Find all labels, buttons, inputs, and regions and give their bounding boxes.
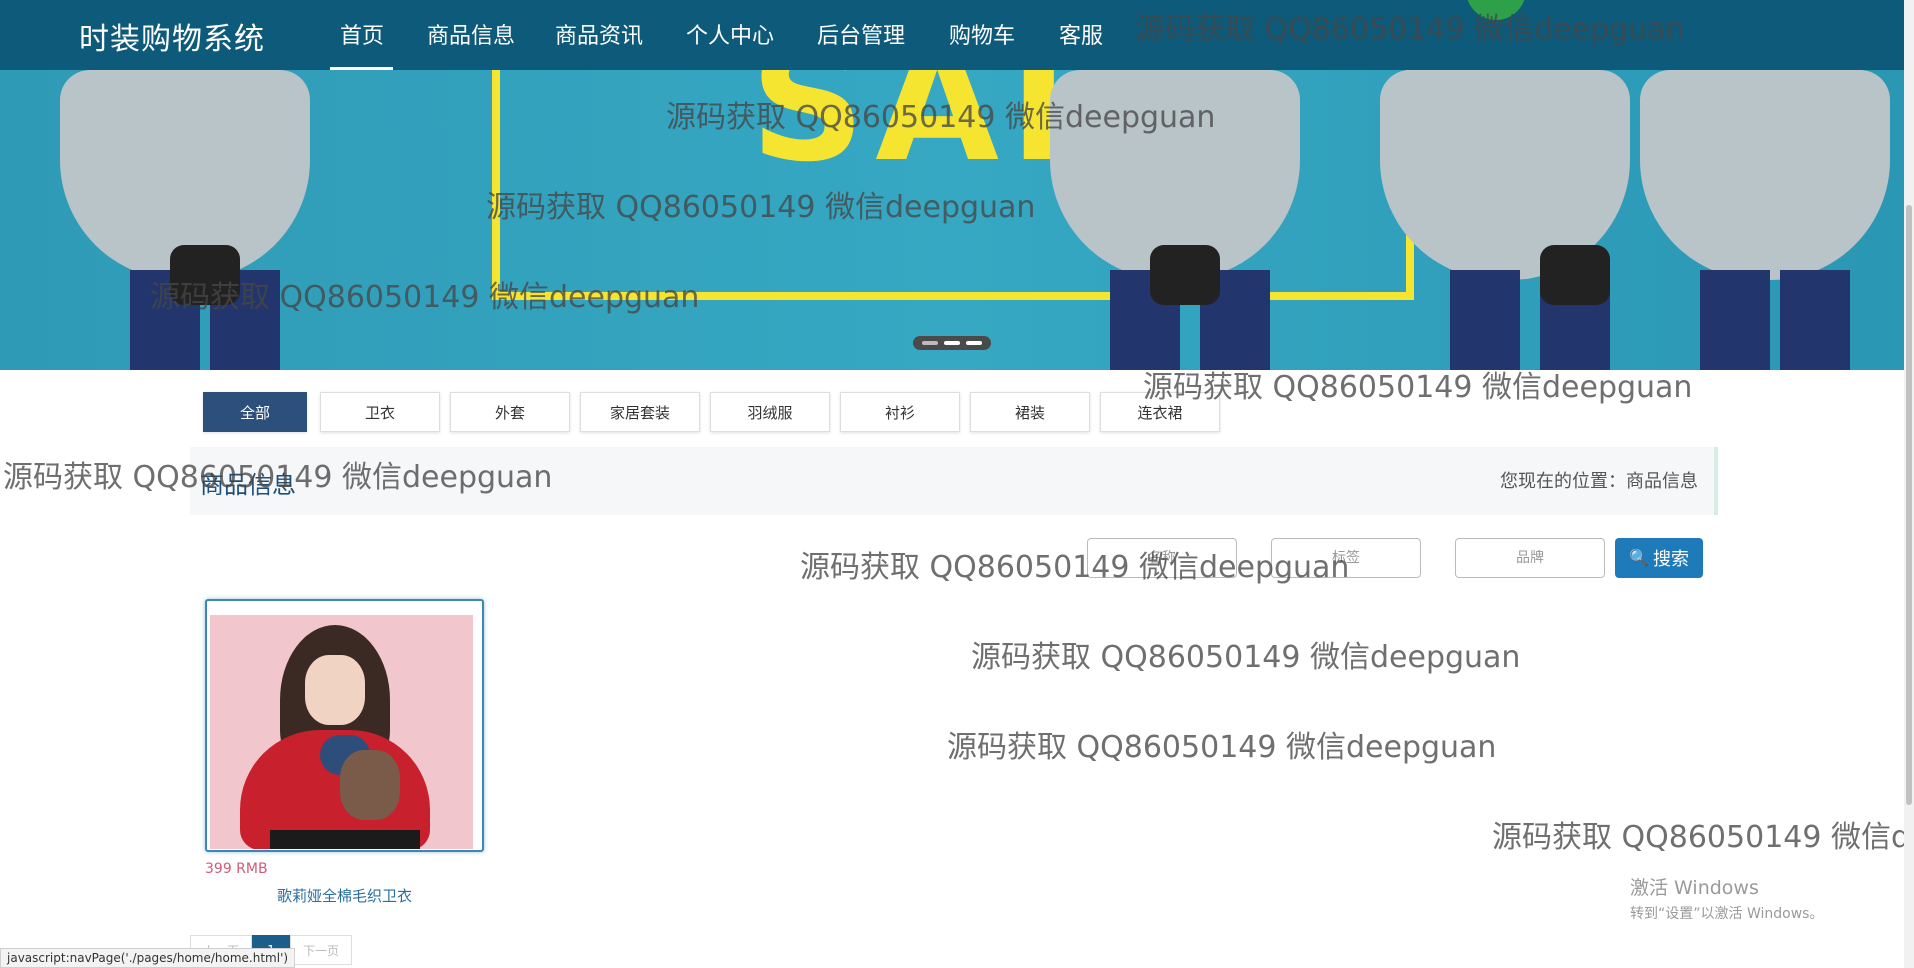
pagination-next[interactable]: 下一页 bbox=[290, 935, 353, 965]
windows-activation-notice: 激活 Windows 转到“设置”以激活 Windows。 bbox=[1630, 873, 1823, 923]
browser-status-bar: javascript:navPage('./pages/home/home.ht… bbox=[0, 948, 296, 968]
nav-item-service[interactable]: 客服 bbox=[1059, 18, 1103, 50]
nav-item-cart[interactable]: 购物车 bbox=[949, 18, 1015, 50]
search-button-label: 搜索 bbox=[1652, 549, 1689, 569]
breadcrumb-current[interactable]: 商品信息 bbox=[1626, 471, 1698, 492]
watermark: 源码获取 QQ86050149 微信deepguan bbox=[971, 640, 1521, 675]
search-button[interactable]: 🔍 搜索 bbox=[1615, 538, 1703, 578]
banner-carousel[interactable]: SALE bbox=[0, 70, 1904, 370]
nav-item-profile[interactable]: 个人中心 bbox=[686, 18, 774, 50]
carousel-dot-2[interactable] bbox=[944, 341, 960, 345]
product-price: 399 RMB bbox=[205, 861, 268, 877]
category-tab-coat[interactable]: 外套 bbox=[450, 392, 570, 432]
section-title: 商品信息 bbox=[200, 471, 296, 499]
category-tab-skirt[interactable]: 裙装 bbox=[970, 392, 1090, 432]
breadcrumb: 您现在的位置：商品信息 bbox=[1500, 467, 1698, 493]
top-navbar: 时装购物系统 首页 商品信息 商品资讯 个人中心 后台管理 购物车 客服 bbox=[0, 0, 1904, 70]
windows-activation-title: 激活 Windows bbox=[1630, 877, 1759, 899]
scrollbar-thumb[interactable] bbox=[1906, 205, 1912, 805]
breadcrumb-label: 您现在的位置： bbox=[1500, 471, 1626, 492]
product-image[interactable] bbox=[210, 615, 473, 849]
carousel-indicators[interactable] bbox=[913, 336, 991, 350]
carousel-dot-3[interactable] bbox=[966, 341, 982, 345]
search-brand-input[interactable] bbox=[1455, 538, 1605, 578]
category-tab-homewear[interactable]: 家居套装 bbox=[580, 392, 700, 432]
category-tab-down-jacket[interactable]: 羽绒服 bbox=[710, 392, 830, 432]
product-card[interactable] bbox=[205, 599, 484, 852]
category-tab-dress[interactable]: 连衣裙 bbox=[1100, 392, 1220, 432]
search-icon: 🔍 bbox=[1629, 550, 1649, 567]
watermark: 源码获取 QQ86050149 微信deepguan bbox=[1492, 820, 1904, 855]
product-name[interactable]: 歌莉娅全棉毛织卫衣 bbox=[205, 885, 484, 906]
nav-item-admin[interactable]: 后台管理 bbox=[817, 18, 905, 50]
watermark: 源码获取 QQ86050149 微信deepguan bbox=[947, 730, 1497, 765]
windows-activation-subtitle: 转到“设置”以激活 Windows。 bbox=[1630, 906, 1824, 922]
banner-model-3 bbox=[1380, 70, 1630, 370]
carousel-dot-1[interactable] bbox=[922, 341, 938, 345]
nav-active-indicator bbox=[330, 67, 393, 70]
section-header: 商品信息 您现在的位置：商品信息 bbox=[190, 447, 1718, 515]
banner-model-1 bbox=[60, 70, 310, 370]
nav-item-news[interactable]: 商品资讯 bbox=[555, 18, 643, 50]
nav-item-products[interactable]: 商品信息 bbox=[427, 18, 515, 50]
banner-model-4 bbox=[1640, 70, 1890, 370]
page-scrollbar[interactable] bbox=[1904, 0, 1914, 968]
watermark: 源码获取 QQ86050149 微信deepguan bbox=[800, 550, 1350, 585]
site-brand[interactable]: 时装购物系统 bbox=[79, 14, 265, 58]
nav-item-home[interactable]: 首页 bbox=[340, 18, 384, 50]
category-tab-all[interactable]: 全部 bbox=[203, 392, 307, 432]
search-tag-input[interactable] bbox=[1271, 538, 1421, 578]
banner-model-2 bbox=[1050, 70, 1300, 370]
search-name-input[interactable] bbox=[1087, 538, 1237, 578]
category-tab-hoodie[interactable]: 卫衣 bbox=[320, 392, 440, 432]
category-tab-shirt[interactable]: 衬衫 bbox=[840, 392, 960, 432]
